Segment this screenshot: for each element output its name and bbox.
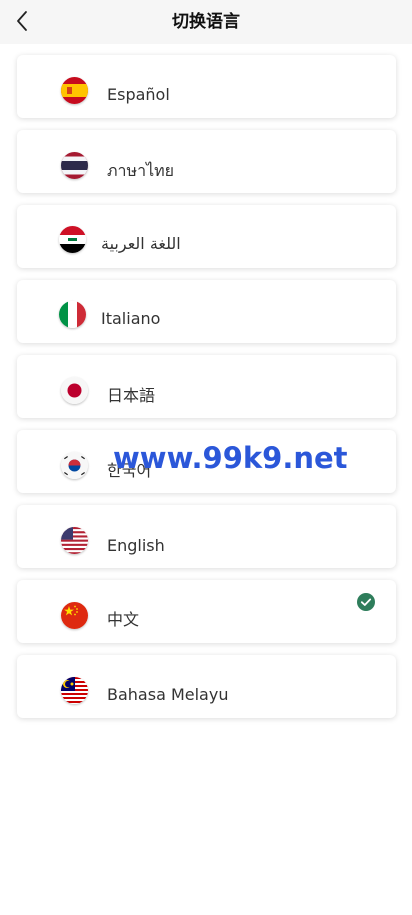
spain-flag-icon (61, 77, 88, 104)
language-option-italian[interactable]: Italiano (17, 280, 396, 343)
language-label: English (107, 536, 165, 555)
language-option-english[interactable]: English (17, 505, 396, 568)
language-label: ภาษาไทย (107, 161, 175, 180)
japan-flag-icon (61, 377, 88, 404)
usa-flag-icon (61, 527, 88, 554)
china-flag-icon (61, 602, 88, 629)
italy-flag-icon (59, 301, 86, 328)
language-option-malay[interactable]: Bahasa Melayu (17, 655, 396, 718)
language-label: 日本語 (107, 386, 156, 405)
language-option-chinese[interactable]: 中文 (17, 580, 396, 643)
language-label: Italiano (101, 309, 161, 328)
language-option-thai[interactable]: ภาษาไทย (17, 130, 396, 193)
language-label: اللغة العربية (101, 234, 181, 253)
iraq-flag-icon (59, 226, 86, 253)
language-list: Español ภาษาไทย اللغة العربية Italiano 日… (17, 55, 396, 730)
korea-flag-icon (61, 452, 88, 479)
language-label: 中文 (107, 610, 140, 629)
language-label: Bahasa Melayu (107, 685, 229, 704)
language-option-spanish[interactable]: Español (17, 55, 396, 118)
thailand-flag-icon (61, 152, 88, 179)
malaysia-flag-icon (61, 677, 88, 704)
watermark-text: www.99k9.net (113, 441, 348, 475)
language-option-japanese[interactable]: 日本語 (17, 355, 396, 418)
page-title: 切换语言 (172, 12, 240, 32)
header-bar: 切换语言 (0, 0, 412, 44)
language-label: Español (107, 85, 170, 104)
language-option-arabic[interactable]: اللغة العربية (17, 205, 396, 268)
checkmark-icon (357, 593, 375, 611)
